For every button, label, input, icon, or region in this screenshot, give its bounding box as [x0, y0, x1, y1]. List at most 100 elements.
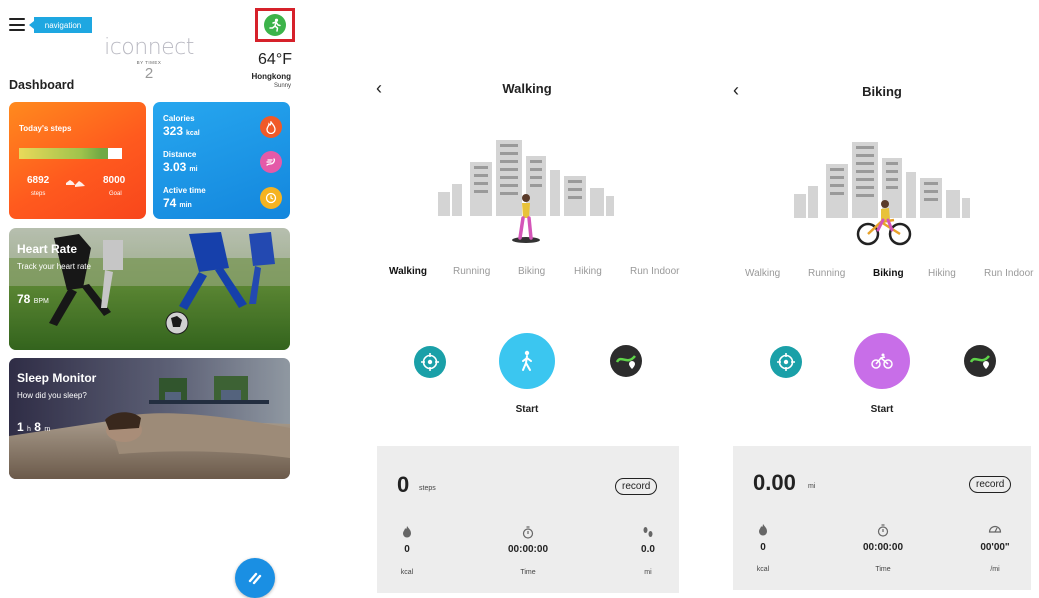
distance-label: Distance: [163, 150, 197, 159]
walking-record-button[interactable]: record: [615, 478, 658, 495]
walking-screen-title: Walking: [502, 81, 552, 96]
walking-kcal-value: 0: [404, 544, 410, 555]
walking-tab-running[interactable]: Running: [453, 266, 490, 277]
walking-tab-biking[interactable]: Biking: [518, 266, 545, 277]
heart-rate-unit: BPM: [33, 298, 49, 305]
walking-tab-hiking[interactable]: Hiking: [574, 266, 602, 277]
navigation-tooltip: navigation: [29, 17, 92, 33]
sleep-hours-unit: h: [27, 426, 31, 433]
biking-pace-label: /mi: [990, 566, 1000, 573]
walking-main-value: 0: [397, 472, 410, 497]
bicycle-icon: [871, 353, 893, 369]
stopwatch-icon: [508, 526, 548, 542]
active-time-unit: min: [179, 202, 192, 209]
walking-kcal-label: kcal: [400, 569, 414, 576]
active-time-stat: Active time 74 min: [163, 186, 206, 210]
calories-stat: Calories 323 kcal: [163, 114, 200, 138]
heart-rate-title: Heart Rate: [17, 242, 78, 256]
steps-value: 6892: [27, 175, 50, 186]
city-biking-illustration: [794, 142, 970, 246]
city-walking-illustration: [438, 140, 614, 243]
biking-tab-running[interactable]: Running: [808, 268, 845, 279]
distance-value: 3.03: [163, 160, 187, 174]
steps-goal-value: 8000: [103, 175, 126, 186]
biking-kcal-value: 0: [760, 542, 766, 553]
walking-distance-value: 0.0: [641, 544, 655, 555]
sleep-minutes-unit: m: [44, 426, 51, 433]
slash-icon: [248, 572, 262, 585]
temperature: 64°F: [258, 51, 292, 68]
flame-icon: [260, 116, 282, 138]
biking-pace-value: 00'00": [980, 542, 1010, 553]
biking-tab-run-indoor[interactable]: Run Indoor: [984, 268, 1033, 279]
steps-card-title: Today's steps: [19, 124, 72, 133]
biking-screen-title: Biking: [862, 84, 902, 99]
back-chevron-icon[interactable]: ‹: [376, 78, 382, 99]
activity-button[interactable]: [255, 8, 295, 42]
weather-condition: Sunny: [273, 83, 291, 89]
heart-rate-value: 78: [17, 292, 31, 306]
biking-start-label: Start: [870, 404, 894, 415]
steps-goal-label: Goal: [109, 191, 122, 197]
active-time-value: 74: [163, 196, 177, 210]
biking-time-label: Time: [875, 566, 891, 573]
app-logo: iconnect BY TIMEX 2: [104, 36, 194, 82]
steps-value-label: steps: [31, 191, 46, 197]
walking-start-label: Start: [515, 404, 539, 415]
sleep-hours: 1: [17, 420, 24, 434]
gps-target-icon[interactable]: [414, 346, 446, 378]
biking-main-value: 0.00: [753, 470, 796, 495]
biking-time-value: 00:00:00: [862, 542, 904, 553]
distance-unit: mi: [189, 166, 198, 173]
biking-record-button[interactable]: record: [969, 476, 1012, 493]
stopwatch-icon: [863, 524, 903, 540]
clock-icon: [260, 187, 282, 209]
city-name: Hongkong: [251, 72, 291, 81]
logo-text: iconnect: [104, 35, 194, 60]
flame-icon: [397, 526, 417, 541]
biking-tab-hiking[interactable]: Hiking: [928, 268, 956, 279]
shoes-icon: [65, 177, 87, 192]
steps-card[interactable]: Today's steps 6892 steps 8000 Goal: [9, 102, 146, 219]
running-icon: [260, 151, 282, 173]
biking-main-unit: mi: [808, 483, 816, 490]
running-person-icon: [264, 14, 286, 36]
calories-label: Calories: [163, 114, 195, 123]
logo-version: 2: [144, 65, 154, 82]
footprints-icon: [636, 526, 660, 542]
page-title: Dashboard: [9, 78, 75, 92]
quick-action-button[interactable]: [235, 558, 275, 598]
gps-target-icon[interactable]: [770, 346, 802, 378]
walking-time-value: 00:00:00: [507, 544, 549, 555]
walking-main-unit: steps: [419, 485, 436, 492]
walking-tab-run-indoor[interactable]: Run Indoor: [630, 266, 679, 277]
biking-kcal-label: kcal: [756, 566, 770, 573]
walking-distance-label: mi: [644, 569, 652, 576]
sleep-subtitle: How did you sleep?: [17, 391, 87, 400]
heart-rate-card[interactable]: Heart Rate Track your heart rate 78 BPM: [9, 228, 290, 350]
biking-tab-walking[interactable]: Walking: [745, 268, 780, 279]
walking-time-label: Time: [520, 569, 536, 576]
biking-tab-biking[interactable]: Biking: [873, 268, 904, 279]
sleep-minutes: 8: [34, 420, 41, 434]
stats-card[interactable]: Calories 323 kcal Distance 3.03 mi Active …: [153, 102, 290, 219]
map-route-icon[interactable]: [610, 345, 642, 377]
walking-person-icon: [522, 350, 532, 371]
walking-tab-walking[interactable]: Walking: [389, 266, 427, 277]
walking-stats-panel: 0 steps record 0 kcal 00:00:00 Time 0.0 …: [377, 446, 679, 593]
speedometer-icon: [983, 524, 1007, 537]
start-walking-button[interactable]: [499, 333, 555, 389]
menu-icon[interactable]: [9, 18, 25, 31]
sleep-title: Sleep Monitor: [17, 371, 97, 385]
calories-value: 323: [163, 124, 184, 138]
active-time-label: Active time: [163, 186, 206, 195]
start-biking-button[interactable]: [854, 333, 910, 389]
biking-stats-panel: 0.00 mi record 0 kcal 00:00:00 Time 00'0…: [733, 446, 1031, 590]
distance-stat: Distance 3.03 mi: [163, 150, 198, 174]
calories-unit: kcal: [186, 130, 200, 137]
map-route-icon[interactable]: [964, 345, 996, 377]
heart-rate-subtitle: Track your heart rate: [17, 262, 91, 271]
sleep-monitor-card[interactable]: Sleep Monitor How did you sleep? 1 h 8 m: [9, 358, 290, 479]
flame-icon: [753, 524, 773, 539]
back-chevron-icon[interactable]: ‹: [733, 80, 739, 101]
